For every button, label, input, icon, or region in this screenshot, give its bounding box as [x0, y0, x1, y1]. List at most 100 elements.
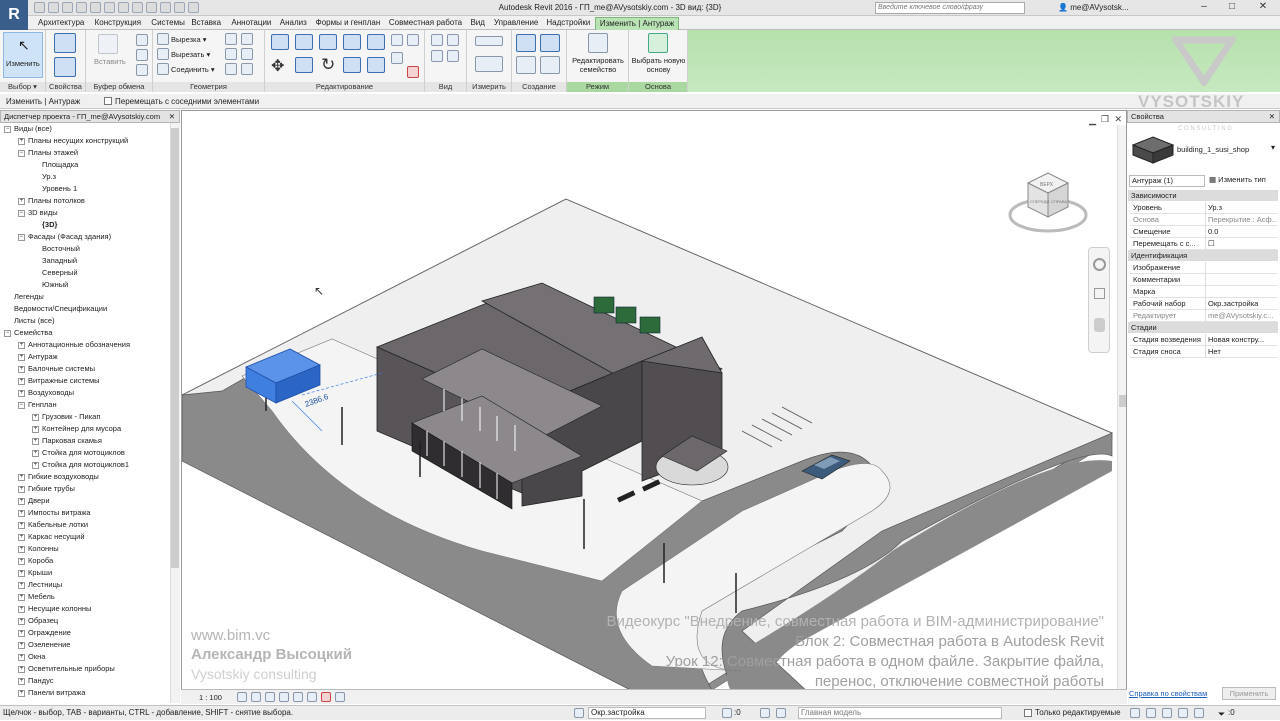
tree-item[interactable]: Легенды — [0, 291, 44, 303]
expand-icon[interactable]: + — [18, 353, 25, 361]
tree-item[interactable]: + Планы потолков — [0, 195, 85, 207]
tree-item[interactable]: + Грузовик - Пикап — [0, 411, 100, 423]
view-restore-button[interactable]: ❐ — [1101, 114, 1109, 125]
property-group-header[interactable]: Стадии — [1128, 322, 1278, 333]
collapse-icon[interactable]: − — [18, 149, 25, 157]
property-value[interactable]: me@AVysotskiy.c... — [1205, 310, 1277, 321]
select-links-icon[interactable] — [1130, 708, 1140, 718]
tab-6[interactable]: Формы и генплан — [312, 17, 385, 30]
reveal-hidden-icon[interactable] — [335, 692, 345, 702]
property-value[interactable]: 0.0 — [1205, 226, 1277, 237]
tab-7[interactable]: Совместная работа — [385, 17, 466, 30]
zoom-icon[interactable] — [1094, 288, 1105, 299]
close-icon[interactable]: ✕ — [169, 111, 175, 122]
tree-item[interactable]: + Короба — [0, 555, 53, 567]
expand-icon[interactable]: + — [32, 437, 39, 445]
tree-item[interactable]: Южный — [0, 279, 68, 291]
tab-8[interactable]: Вид — [466, 17, 488, 30]
tree-item[interactable]: + Несущие колонны — [0, 603, 91, 615]
expand-icon[interactable]: + — [18, 485, 25, 493]
expand-icon[interactable]: + — [18, 197, 25, 205]
thin-lines-icon[interactable] — [188, 2, 199, 13]
scale-icon[interactable] — [391, 52, 403, 64]
tree-item[interactable]: + Мебель — [0, 591, 55, 603]
move-with-neighbors-checkbox[interactable] — [104, 97, 112, 105]
tree-item[interactable]: + Крыши — [0, 567, 52, 579]
tree-item[interactable]: + Пандус — [0, 675, 54, 687]
delete-icon[interactable] — [407, 66, 419, 78]
detail-level-icon[interactable] — [237, 692, 247, 702]
collapse-icon[interactable]: − — [18, 233, 25, 241]
print-icon[interactable] — [104, 2, 115, 13]
mirror-axis-icon[interactable] — [319, 34, 337, 50]
select-pinned-icon[interactable] — [1162, 708, 1172, 718]
property-row[interactable]: Комментарии — [1130, 274, 1277, 286]
match-type-icon[interactable] — [136, 64, 148, 76]
view-close-button[interactable]: ✕ — [1114, 114, 1122, 125]
tree-item[interactable]: Уровень 1 — [0, 183, 77, 195]
tree-item[interactable]: Северный — [0, 267, 78, 279]
property-value[interactable] — [1205, 262, 1277, 273]
expand-icon[interactable]: + — [18, 581, 25, 589]
split-icon[interactable] — [367, 34, 385, 50]
tree-item[interactable]: + Колонны — [0, 543, 59, 555]
expand-icon[interactable]: + — [18, 509, 25, 517]
expand-icon[interactable]: + — [18, 137, 25, 145]
redo-icon[interactable] — [90, 2, 101, 13]
property-value[interactable] — [1205, 286, 1277, 297]
tab-3[interactable]: Вставка — [187, 17, 225, 30]
apply-button[interactable]: Применить — [1222, 687, 1276, 700]
drag-elements-icon[interactable] — [1194, 708, 1204, 718]
tab-9[interactable]: Управление — [490, 17, 542, 30]
tree-item[interactable]: Ведомости/Спецификации — [0, 303, 107, 315]
expand-icon[interactable]: + — [18, 629, 25, 637]
tab-11[interactable]: Изменить | Антураж — [594, 17, 680, 30]
override-graphics-icon[interactable] — [431, 50, 443, 62]
tree-item[interactable]: + Планы несущих конструкций — [0, 135, 128, 147]
property-value[interactable]: Нет — [1205, 346, 1277, 357]
tree-item[interactable]: + Панели витража — [0, 687, 85, 699]
tab-0[interactable]: Архитектура — [34, 17, 88, 30]
pick-host-button[interactable]: Выбрать новую основу — [630, 56, 687, 74]
property-value[interactable] — [1205, 274, 1277, 285]
cut-geometry-label[interactable]: Вырезать ▾ — [171, 50, 210, 59]
editable-icon[interactable] — [722, 708, 732, 718]
trim-icon[interactable] — [343, 57, 361, 73]
tree-item[interactable]: + Гибкие воздуховоды — [0, 471, 99, 483]
tree-item[interactable]: + Гибкие трубы — [0, 483, 75, 495]
tree-item[interactable]: Ур.з — [0, 171, 56, 183]
cope-icon[interactable] — [157, 33, 169, 45]
select-underlay-icon[interactable] — [1146, 708, 1156, 718]
copy-icon[interactable] — [136, 49, 148, 61]
cut-icon[interactable] — [136, 34, 148, 46]
shadows-icon[interactable] — [279, 692, 289, 702]
measure-icon[interactable] — [118, 2, 129, 13]
tree-item[interactable]: − Семейства — [0, 327, 52, 339]
3d-viewport[interactable]: 2386.6 ↖ ВЕРХ СПЕРЕДИ СПРАВА ▁ ❐ ✕ www.b… — [181, 110, 1127, 704]
property-value[interactable]: Новая констру... — [1205, 334, 1277, 345]
aligned-dimension-icon[interactable] — [475, 56, 503, 72]
properties-help-link[interactable]: Справка по свойствам — [1129, 689, 1207, 698]
tree-item[interactable]: Восточный — [0, 243, 80, 255]
tree-item[interactable]: + Каркас несущий — [0, 531, 85, 543]
expand-icon[interactable]: + — [18, 665, 25, 673]
dimension-icon[interactable] — [132, 2, 143, 13]
tree-item[interactable]: + Аннотационные обозначения — [0, 339, 130, 351]
tree-item[interactable]: − Генплан — [0, 399, 57, 411]
sync-icon[interactable] — [62, 2, 73, 13]
chevron-down-icon[interactable]: ▾ — [1271, 143, 1275, 152]
expand-icon[interactable]: + — [18, 557, 25, 565]
expand-icon[interactable]: + — [18, 653, 25, 661]
light-bulb-icon[interactable] — [431, 34, 443, 46]
render-icon[interactable] — [293, 692, 303, 702]
property-value[interactable]: Окр.застройка — [1205, 298, 1277, 309]
view-scale[interactable]: 1 : 100 — [199, 693, 222, 702]
property-value[interactable]: Перекрытие : Асф... — [1205, 214, 1277, 225]
open-icon[interactable] — [34, 2, 45, 13]
hammer-icon[interactable] — [241, 63, 253, 75]
sun-path-icon[interactable] — [265, 692, 275, 702]
create-parts-icon[interactable] — [540, 34, 560, 52]
collapse-icon[interactable]: − — [18, 401, 25, 409]
crop-icon[interactable] — [307, 692, 317, 702]
property-row[interactable]: Основа Перекрытие : Асф... — [1130, 214, 1277, 226]
